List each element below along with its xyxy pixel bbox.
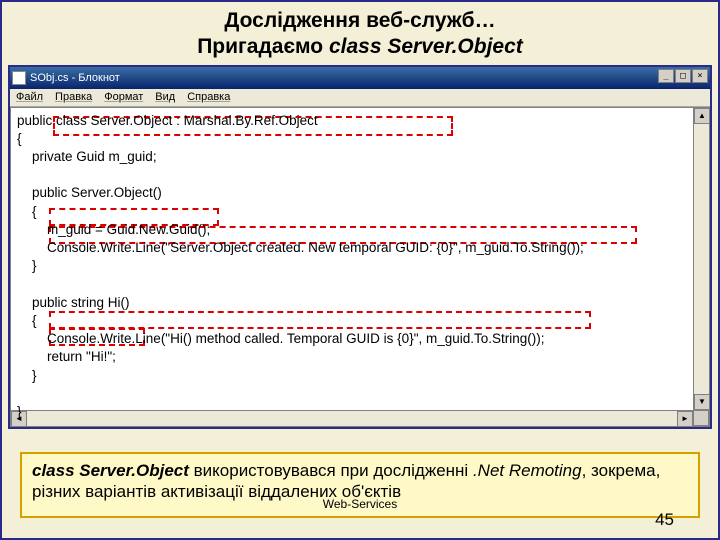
heading-line1: Дослідження веб-служб… bbox=[2, 8, 718, 34]
editor-area[interactable]: public class Server.Object : Marshal.By.… bbox=[10, 107, 710, 427]
menu-format[interactable]: Формат bbox=[104, 91, 143, 103]
menu-bar: Файл Правка Формат Вид Справка bbox=[10, 89, 710, 107]
window-title: SObj.cs - Блокнот bbox=[30, 72, 120, 84]
code-content: public class Server.Object : Marshal.By.… bbox=[11, 108, 709, 426]
footnote-italic: .Net Remoting bbox=[473, 461, 582, 480]
minimize-button[interactable]: _ bbox=[658, 69, 674, 83]
menu-help[interactable]: Справка bbox=[187, 91, 230, 103]
notepad-icon bbox=[12, 71, 26, 85]
footer-service: Web-Services bbox=[22, 497, 698, 512]
menu-file[interactable]: Файл bbox=[16, 91, 43, 103]
close-button[interactable]: × bbox=[692, 69, 708, 83]
window-buttons: _ □ × bbox=[658, 69, 708, 83]
footnote-lead: class Server.Object bbox=[32, 461, 189, 480]
page-number: 45 bbox=[655, 510, 674, 530]
footnote-text-a: використовувався при дослідженні bbox=[194, 461, 473, 480]
slide-heading: Дослідження веб-служб… Пригадаємо class … bbox=[2, 2, 718, 65]
maximize-button[interactable]: □ bbox=[675, 69, 691, 83]
titlebar: SObj.cs - Блокнот _ □ × bbox=[10, 67, 710, 89]
heading-line2: Пригадаємо class Server.Object bbox=[2, 34, 718, 60]
notepad-window: SObj.cs - Блокнот _ □ × Файл Правка Форм… bbox=[8, 65, 712, 429]
menu-edit[interactable]: Правка bbox=[55, 91, 92, 103]
menu-view[interactable]: Вид bbox=[155, 91, 175, 103]
footnote-box: class Server.Object використовувався при… bbox=[20, 452, 700, 519]
